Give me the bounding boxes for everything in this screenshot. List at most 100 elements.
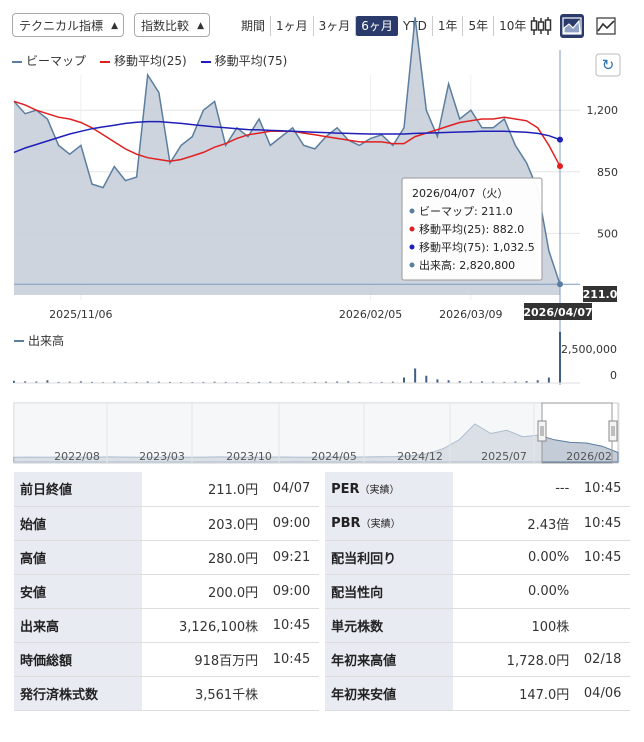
y-tick-label: 850 — [597, 166, 618, 179]
stat-label: 始値 — [14, 506, 143, 541]
tooltip-volume-dot — [409, 262, 415, 268]
stock-stats-table: 前日終値 211.0円 04/07 PER（実績） --- 10:45 始値 203.0円 09… — [14, 472, 630, 711]
stat-label: 出来高 — [14, 608, 143, 643]
volume-bar — [559, 331, 561, 383]
stat-value: 0.00% — [453, 574, 576, 609]
stat-label: 配当利回り — [325, 540, 454, 575]
stat-label: 安値 — [14, 574, 143, 609]
stats-row: 出来高 3,126,100株 10:45 単元株数 100株 — [14, 608, 630, 643]
navigator-tick-label: 2024/05 — [311, 450, 357, 463]
tooltip-volume: 出来高: 2,820,800 — [419, 258, 515, 272]
refresh-icon: ↻ — [602, 56, 615, 74]
stats-row: 発行済株式数 3,561千株 年初来安値 147.0円 04/06 — [14, 676, 630, 711]
stat-time: 10:45 — [575, 506, 630, 541]
reset-zoom-button[interactable]: ↻ — [595, 53, 621, 77]
stat-value: 200.0円 — [142, 574, 265, 609]
price-end-dot — [557, 281, 563, 288]
tooltip-ma25: 移動平均(25): 882.0 — [419, 222, 524, 236]
stat-value: 100株 — [453, 608, 576, 643]
stat-time: 04/07 — [264, 472, 319, 507]
stat-label: 年初来高値 — [325, 642, 454, 677]
stat-value: 280.0円 — [142, 540, 265, 575]
x-axis-labels: 2025/11/06 2026/02/05 2026/03/09 — [49, 308, 502, 321]
last-price-tag: 211.0 — [583, 286, 618, 302]
tooltip-date: 2026/04/07（火） — [412, 187, 508, 200]
volume-bar — [436, 379, 439, 383]
stat-time: 10:45 — [264, 608, 319, 643]
volume-bar — [547, 377, 550, 383]
stat-label: 高値 — [14, 540, 143, 575]
navigator-tick-label: 2023/10 — [226, 450, 272, 463]
stat-time — [575, 574, 630, 609]
x-tick-label: 2026/03/09 — [439, 308, 502, 321]
stat-label: 単元株数 — [325, 608, 454, 643]
stat-label: PER（実績） — [325, 472, 454, 507]
stat-label-sub: （実績） — [360, 519, 401, 530]
stat-time: 09:00 — [264, 574, 319, 609]
volume-tick-label: 0 — [610, 369, 617, 382]
volume-bar — [414, 368, 417, 383]
navigator-tick-label: 2023/03 — [139, 450, 185, 463]
tooltip-ma75-dot — [409, 244, 415, 250]
tooltip-price: ビーマップ: 211.0 — [419, 205, 513, 218]
navigator-left-handle[interactable] — [537, 420, 547, 442]
stat-label-sub: （実績） — [359, 484, 400, 496]
y-tick-label: 500 — [597, 227, 618, 240]
navigator-tick-label: 2025/07 — [481, 450, 527, 463]
stat-label: 発行済株式数 — [14, 676, 143, 711]
navigator-tick-label: 2026/02 — [566, 450, 612, 463]
stat-label: 前日終値 — [14, 472, 143, 507]
stats-row: 前日終値 211.0円 04/07 PER（実績） --- 10:45 — [14, 472, 630, 507]
stats-row: 始値 203.0円 09:00 PBR（実績） 2.43倍 10:45 — [14, 506, 630, 541]
stat-time: 10:45 — [575, 472, 630, 507]
stat-value: 3,126,100株 — [142, 608, 265, 643]
stat-label: 年初来安値 — [325, 676, 454, 711]
last-date-tag: 2026/04/07 — [523, 303, 593, 320]
volume-bar — [425, 375, 428, 383]
volume-bars — [13, 331, 561, 383]
navigator-right-handle[interactable] — [608, 420, 618, 442]
stat-value: 2.43倍 — [453, 506, 576, 541]
volume-bar — [403, 377, 405, 383]
stat-time: 10:45 — [575, 540, 630, 575]
stat-value: 211.0円 — [142, 472, 265, 507]
tooltip-price-dot — [409, 208, 415, 214]
tooltip: 2026/04/07（火） ビーマップ: 211.0 移動平均(25): 882… — [401, 177, 543, 281]
stats-row: 安値 200.0円 09:00 配当性向 0.00% — [14, 574, 630, 609]
navigator[interactable]: 2022/08 2023/03 2023/10 2024/05 2024/12 2025/… — [13, 402, 620, 464]
ma25-end-dot — [557, 163, 563, 170]
stat-label: PBR（実績） — [325, 506, 454, 541]
y-tick-label: 1,200 — [587, 104, 619, 117]
stat-time: 10:45 — [264, 642, 319, 677]
volume-legend-label: 出来高 — [28, 333, 64, 348]
stat-time — [575, 608, 630, 643]
ma75-end-dot — [557, 136, 563, 143]
stats-row: 時価総額 918百万円 10:45 年初来高値 1,728.0円 02/18 — [14, 642, 630, 677]
stats-row: 高値 280.0円 09:21 配当利回り 0.00% 10:45 — [14, 540, 630, 575]
stat-value: 918百万円 — [142, 642, 265, 677]
tooltip-ma25-dot — [409, 226, 415, 232]
stat-time: 04/06 — [575, 676, 630, 711]
x-tick-label: 2026/02/05 — [339, 308, 402, 321]
stat-value: 3,561千株 — [142, 676, 265, 711]
volume-tick-label: 2,500,000 — [561, 343, 617, 356]
stat-time: 02/18 — [575, 642, 630, 677]
volume-legend-swatch — [14, 340, 24, 342]
stat-time — [264, 676, 319, 711]
stat-label: 配当性向 — [325, 574, 454, 609]
stat-value: 147.0円 — [453, 676, 576, 711]
x-tick-label: 2025/11/06 — [49, 308, 112, 321]
y-axis-labels: 1,200 850 500 — [587, 104, 619, 240]
stat-time: 09:00 — [264, 506, 319, 541]
volume-legend: 出来高 — [14, 333, 64, 348]
stat-value: 0.00% — [453, 540, 576, 575]
stat-label: 時価総額 — [14, 642, 143, 677]
tooltip-ma75: 移動平均(75): 1,032.5 — [419, 240, 535, 254]
last-price-label: 211.0 — [583, 288, 618, 301]
stat-value: --- — [453, 472, 576, 507]
navigator-tick-label: 2022/08 — [54, 450, 100, 463]
stat-value: 1,728.0円 — [453, 642, 576, 677]
stat-value: 203.0円 — [142, 506, 265, 541]
price-chart[interactable]: ↻ 1,200 850 500 2025/11/06 2026/02/05 2026/0… — [0, 0, 644, 465]
last-date-label: 2026/04/07 — [523, 306, 592, 319]
